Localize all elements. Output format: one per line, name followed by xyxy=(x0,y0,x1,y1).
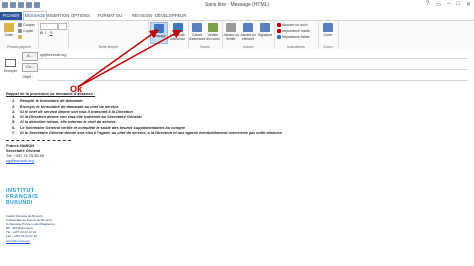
outlook-compose-window: Sans titre - Message (HTML) ? ▭ – □ ✕ FI… xyxy=(0,0,474,266)
arrow-to-absence xyxy=(77,29,182,88)
arrow-to-message xyxy=(77,29,159,88)
annotation-arrows xyxy=(77,29,182,88)
annotation-ok-label: Ok xyxy=(70,84,83,94)
